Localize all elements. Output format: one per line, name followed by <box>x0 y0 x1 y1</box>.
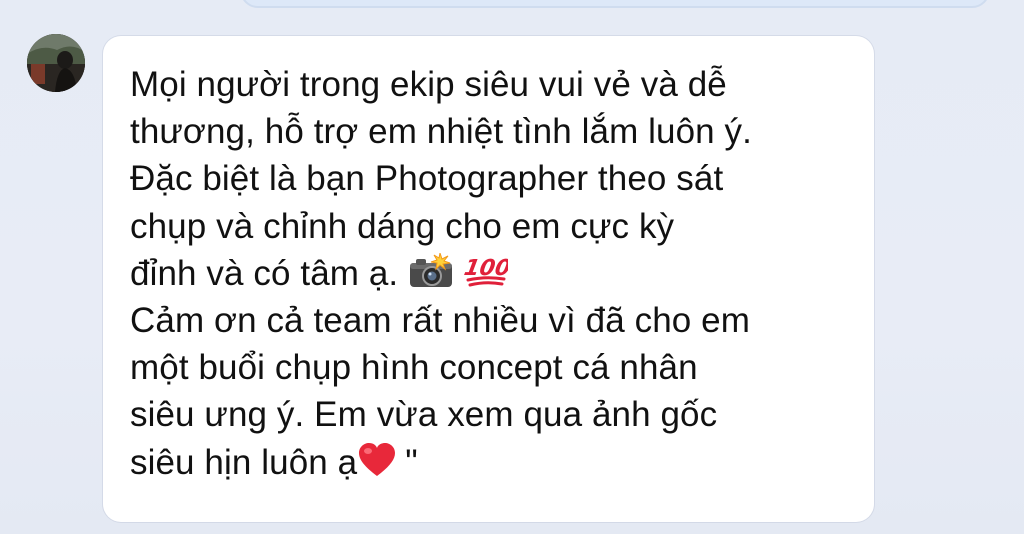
message-line-text: siêu hịn luôn ạ <box>130 442 358 482</box>
red-heart-icon <box>357 442 397 478</box>
message-line-text: đỉnh và có tâm ạ. <box>130 253 399 293</box>
message-line: Mọi người trong ekip siêu vui vẻ và dễ <box>130 65 727 104</box>
message-line: siêu ưng ý. Em vừa xem qua ảnh gốc <box>130 395 718 435</box>
message-line: Đặc biệt là bạn Photographer theo sát <box>130 159 724 199</box>
camera-flash-icon <box>408 252 454 289</box>
closing-quote: " <box>405 442 418 482</box>
message-line: chụp và chỉnh dáng cho em cực kỳ <box>130 206 675 246</box>
message-line: một buổi chụp hình concept cá nhân <box>130 348 698 388</box>
previous-message-bubble[interactable] <box>240 0 990 8</box>
message-text: Mọi người trong ekip siêu vui vẻ và dễ t… <box>130 61 860 486</box>
message-line-with-emojis: đỉnh và có tâm ạ. 100 <box>130 250 860 297</box>
message-line-with-emoji: siêu hịn luôn ạ " <box>130 439 860 486</box>
sender-avatar[interactable] <box>27 34 85 92</box>
message-line: Cảm ơn cả team rất nhiều vì đã cho em <box>130 301 750 341</box>
message-line: thương, hỗ trợ em nhiệt tình lắm luôn ý. <box>130 112 752 152</box>
hundred-points-icon: 100 <box>464 253 508 289</box>
